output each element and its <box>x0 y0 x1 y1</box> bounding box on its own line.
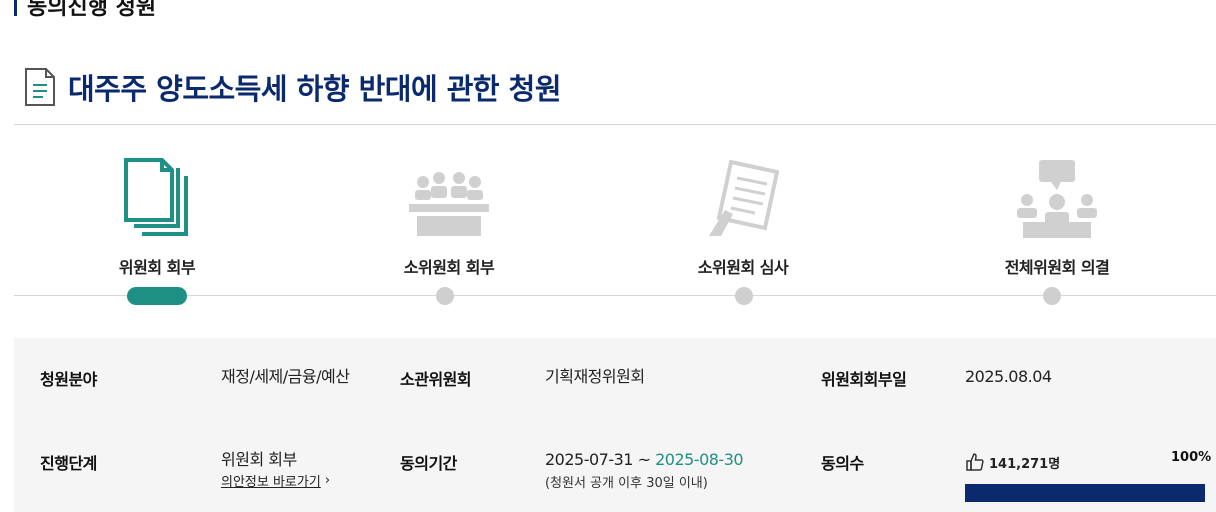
document-review-icon <box>709 160 779 236</box>
petition-info-panel: 청원분야 재정/세제/금융/예산 소관위원회 기획재정위원회 위원회회부일 20… <box>14 338 1216 512</box>
agree-label: 동의수 <box>821 454 864 473</box>
stage-value: 위원회 회부 <box>221 450 297 469</box>
step-plenary-resolution: 전체위원회 의결 <box>947 150 1167 278</box>
step-indicator <box>1043 287 1061 305</box>
step-indicator <box>735 287 753 305</box>
period-label: 동의기간 <box>400 454 457 473</box>
section-title: 동의진행 청원 <box>27 0 157 20</box>
plenary-vote-icon <box>1017 160 1097 238</box>
period-separator: ~ <box>637 450 651 469</box>
step-subcommittee-referral: 소위원회 회부 <box>339 150 559 278</box>
agree-progress-fill <box>965 484 1205 502</box>
petition-title-text: 대주주 양도소득세 하향 반대에 관한 청원 <box>68 72 562 106</box>
step-indicator-active <box>127 287 187 305</box>
step-label: 소위원회 심사 <box>697 258 789 277</box>
document-icon <box>25 68 55 106</box>
stage-label: 진행단계 <box>40 454 97 473</box>
thumbs-up-icon <box>966 453 984 471</box>
documents-stack-icon <box>124 158 188 236</box>
bill-info-link-wrap[interactable]: 의안정보 바로가기 › <box>221 471 330 490</box>
committee-value: 기획재정위원회 <box>545 367 645 386</box>
step-committee-referral: 위원회 회부 <box>47 150 267 278</box>
petition-title: 대주주 양도소득세 하향 반대에 관한 청원 <box>24 66 562 108</box>
title-divider <box>14 124 1216 125</box>
period-range: 2025-07-31 ~ 2025-08-30 <box>545 450 744 469</box>
section-header: 동의진행 청원 <box>14 0 156 22</box>
committee-label: 소관위원회 <box>400 370 472 389</box>
agree-count: 141,271명 <box>989 456 1061 472</box>
step-indicator <box>436 287 454 305</box>
step-subcommittee-review: 소위원회 심사 <box>633 150 853 278</box>
period-end: 2025-08-30 <box>655 450 744 469</box>
field-label: 청원분야 <box>40 370 97 389</box>
period-start: 2025-07-31 <box>545 450 633 469</box>
step-label: 전체위원회 의결 <box>1004 258 1110 277</box>
period-cell: 2025-07-31 ~ 2025-08-30 (청원서 공개 이후 30일 이… <box>545 450 744 492</box>
agree-progress-bar <box>965 484 1205 502</box>
agree-percent: 100% <box>1171 450 1212 465</box>
section-header-bar <box>14 0 17 16</box>
referral-date-label: 위원회회부일 <box>821 370 907 389</box>
bill-info-link[interactable]: 의안정보 바로가기 <box>221 471 321 490</box>
step-label: 위원회 회부 <box>118 258 196 277</box>
steps-line <box>14 295 1216 296</box>
committee-meeting-icon <box>409 172 489 236</box>
step-label: 소위원회 회부 <box>403 258 495 277</box>
stage-cell: 위원회 회부 의안정보 바로가기 › <box>221 450 330 491</box>
referral-date-value: 2025.08.04 <box>965 367 1052 386</box>
period-note: (청원서 공개 이후 30일 이내) <box>545 476 708 491</box>
chevron-right-icon: › <box>324 473 331 488</box>
progress-steps: 위원회 회부 소위원회 회부 소위원회 심사 전체위원회 의결 <box>0 150 1216 320</box>
field-value: 재정/세제/금융/예산 <box>221 367 350 386</box>
agree-count-wrap: 141,271명 <box>965 452 1060 472</box>
